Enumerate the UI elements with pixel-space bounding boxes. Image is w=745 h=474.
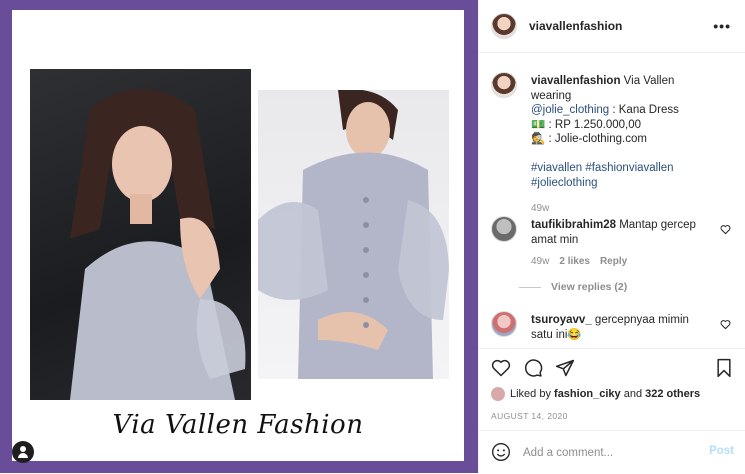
comment-input[interactable]	[521, 443, 695, 463]
avatar[interactable]	[491, 311, 517, 337]
avatar[interactable]	[491, 13, 517, 39]
post-image-panel: Via Vallen Fashion	[0, 0, 478, 473]
post-actions: Liked by fashion_ciky and 322 others AUG…	[479, 348, 745, 431]
comment-likes[interactable]: 2 likes	[559, 256, 590, 267]
view-replies-button[interactable]: View replies (2)	[519, 281, 627, 293]
comment-username[interactable]: taufikibrahim28	[531, 219, 616, 231]
avatar[interactable]	[491, 72, 517, 98]
comment-time: 49w	[531, 256, 550, 267]
comment-icon[interactable]	[523, 358, 543, 378]
liked-by-prefix: Liked by	[510, 387, 555, 400]
comment-text: taufikibrahim28 Mantap gercep amat min	[531, 218, 711, 247]
comments-section: viavallenfashion Via Vallen wearing @jol…	[479, 53, 745, 348]
hashtags-line[interactable]: #jolieclothing	[531, 177, 598, 189]
mention-link[interactable]: @jolie_clothing	[531, 104, 609, 116]
website-line: 🕵 : Jolie-clothing.com	[531, 133, 647, 145]
post-image[interactable]: Via Vallen Fashion	[12, 10, 464, 461]
price-line: 💵 : RP 1.250.000,00	[531, 118, 642, 131]
comment-username[interactable]: tsuroyavv_	[531, 314, 592, 326]
model-illustration-right	[258, 90, 449, 379]
hashtags-line[interactable]: #viavallen #fashionviavallen	[531, 162, 674, 174]
model-photo-left	[30, 69, 251, 400]
post-button[interactable]: Post	[709, 445, 734, 457]
caption-username[interactable]: viavallenfashion	[531, 75, 620, 87]
add-comment-bar: Post	[479, 430, 745, 474]
avatar[interactable]	[491, 216, 517, 242]
header-username[interactable]: viavallenfashion	[529, 19, 622, 33]
likes-summary: Liked by fashion_ciky and 322 others	[491, 387, 700, 401]
model-illustration-left	[70, 89, 246, 400]
like-comment-icon[interactable]	[720, 319, 731, 330]
liked-by-others[interactable]: 322 others	[645, 388, 700, 400]
model-photo-right	[258, 90, 449, 379]
liked-by-user[interactable]: fashion_ciky	[554, 388, 621, 400]
like-icon[interactable]	[491, 358, 511, 378]
save-bookmark-icon[interactable]	[714, 358, 734, 378]
user-tags-icon[interactable]	[12, 441, 34, 463]
caption-body-2: : Kana Dress	[609, 104, 679, 116]
caption-text: viavallenfashion Via Vallen wearing @jol…	[531, 74, 711, 190]
post-header: viavallenfashion •••	[479, 0, 745, 53]
like-comment-icon[interactable]	[720, 224, 731, 235]
brand-text: Via Vallen Fashion	[112, 410, 364, 440]
share-icon[interactable]	[555, 358, 575, 378]
liker-avatar[interactable]	[491, 387, 505, 401]
comment-text: tsuroyavv_ gercepnyaa mimin satu ini😂	[531, 313, 711, 342]
post-date[interactable]: AUGUST 14, 2020	[491, 411, 568, 421]
reply-button[interactable]: Reply	[600, 256, 627, 267]
liked-by-and: and	[620, 387, 646, 400]
emoji-icon[interactable]	[491, 442, 511, 462]
caption-time: 49w	[531, 203, 550, 214]
comment-meta: 49w 2 likes Reply	[531, 256, 637, 267]
more-options-icon[interactable]: •••	[713, 18, 731, 34]
post-sidebar: viavallenfashion ••• viavallenfashion Vi…	[478, 0, 745, 473]
